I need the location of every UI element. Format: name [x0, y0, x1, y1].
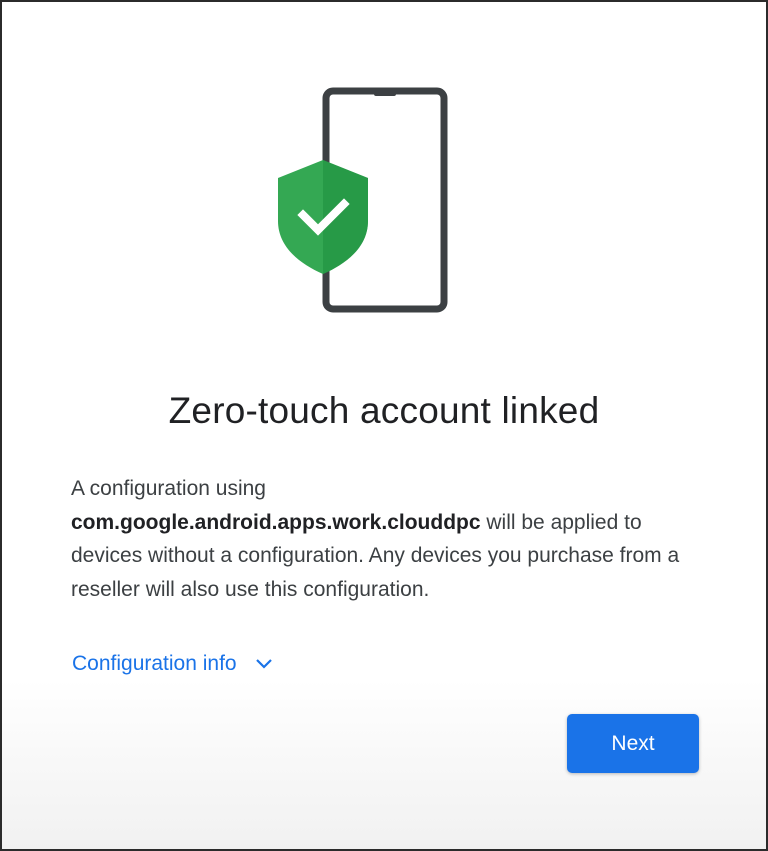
package-name: com.google.android.apps.work.clouddpc — [71, 510, 481, 534]
next-button[interactable]: Next — [567, 714, 699, 773]
zero-touch-dialog: Zero-touch account linked A configuratio… — [2, 2, 766, 849]
chevron-down-icon — [255, 659, 272, 669]
description-prefix: A configuration using — [71, 477, 266, 500]
dialog-description: A configuration using com.google.android.… — [71, 472, 711, 606]
dialog-title: Zero-touch account linked — [168, 390, 600, 431]
phone-with-shield-check-icon — [278, 87, 448, 313]
configuration-info-label: Configuration info — [72, 652, 237, 675]
configuration-info-toggle[interactable]: Configuration info — [72, 648, 273, 680]
